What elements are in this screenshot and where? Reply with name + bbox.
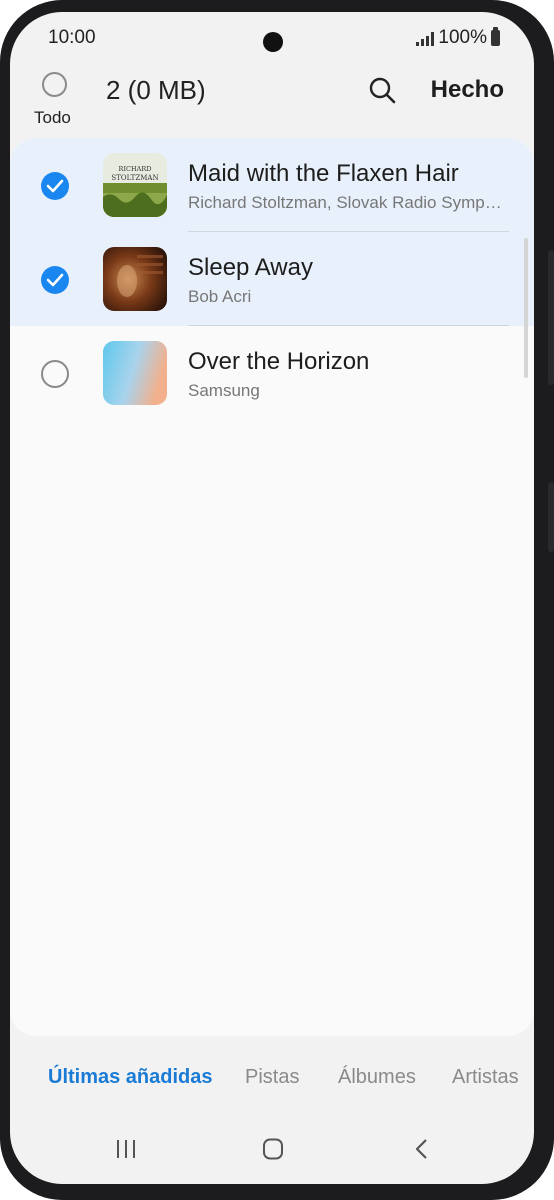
track-artist: Richard Stoltzman, Slovak Radio Symphony… <box>188 193 510 212</box>
tab-recent[interactable]: Últimas añadidas <box>48 1066 213 1089</box>
track-title: Sleep Away <box>188 254 313 281</box>
status-time: 10:00 <box>48 27 96 48</box>
track-artist: Bob Acri <box>188 287 252 306</box>
recent-apps-icon[interactable] <box>114 1138 138 1160</box>
battery-icon <box>491 27 500 46</box>
track-checkbox-checked[interactable] <box>41 172 69 200</box>
track-checkbox-unchecked[interactable] <box>41 360 69 388</box>
track-artist: Samsung <box>188 381 260 400</box>
signal-icon <box>416 31 435 46</box>
status-right: 100% <box>416 27 500 49</box>
back-icon[interactable] <box>412 1138 432 1160</box>
track-title: Over the Horizon <box>188 348 370 375</box>
track-title: Maid with the Flaxen Hair <box>188 160 459 187</box>
front-camera <box>263 32 283 52</box>
home-icon[interactable] <box>261 1138 285 1160</box>
battery-text: 100% <box>438 27 487 48</box>
art-text-line-1: RICHARD <box>119 165 152 173</box>
tab-artists[interactable]: Artistas <box>452 1066 519 1089</box>
checkmark-icon <box>46 273 64 287</box>
select-all-checkbox[interactable] <box>42 72 67 97</box>
track-row[interactable]: Over the Horizon Samsung <box>10 326 534 420</box>
status-bar: 10:00 100% <box>10 12 534 62</box>
tab-albums[interactable]: Álbumes <box>338 1066 416 1089</box>
power-button <box>548 482 554 552</box>
track-checkbox-checked[interactable] <box>41 266 69 294</box>
album-art: RICHARD STOLTZMAN <box>103 153 167 217</box>
album-art <box>103 341 167 405</box>
art-text-line-2: STOLTZMAN <box>111 174 158 182</box>
scrollbar[interactable] <box>524 238 528 378</box>
search-icon[interactable] <box>368 76 398 106</box>
done-button[interactable]: Hecho <box>431 76 504 104</box>
volume-button <box>548 250 554 385</box>
track-row[interactable]: RICHARD STOLTZMAN Maid with the Flaxen H… <box>10 138 534 232</box>
checkmark-icon <box>46 179 64 193</box>
selection-count: 2 (0 MB) <box>106 75 206 105</box>
track-row[interactable]: Sleep Away Bob Acri <box>10 232 534 326</box>
phone-frame: 10:00 100% Todo 2 (0 MB) Hecho RICHARD S… <box>0 0 554 1200</box>
tab-tracks[interactable]: Pistas <box>245 1066 299 1089</box>
selection-toolbar: Todo 2 (0 MB) Hecho <box>10 62 534 142</box>
tab-bar: Últimas añadidas Pistas Álbumes Artistas <box>10 1058 534 1102</box>
album-art <box>103 247 167 311</box>
navigation-bar <box>10 1124 534 1174</box>
screen: 10:00 100% Todo 2 (0 MB) Hecho RICHARD S… <box>10 12 534 1184</box>
select-all-label[interactable]: Todo <box>34 108 71 128</box>
track-list: RICHARD STOLTZMAN Maid with the Flaxen H… <box>10 138 534 1036</box>
